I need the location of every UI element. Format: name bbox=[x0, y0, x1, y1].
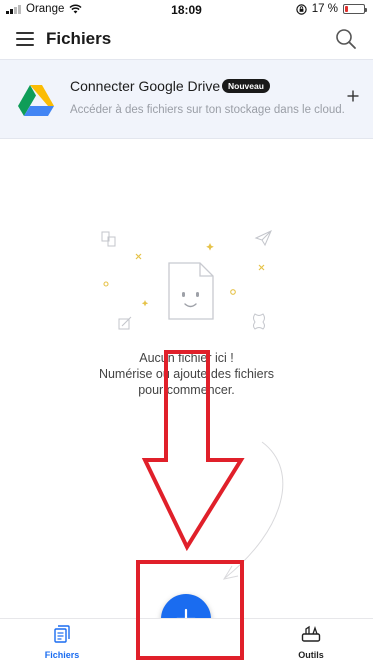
empty-line-1: Aucun fichier ici ! bbox=[139, 351, 234, 365]
status-bar: Orange 18:09 17 % bbox=[0, 0, 373, 20]
files-icon bbox=[54, 625, 70, 643]
empty-line-3: pour commencer. bbox=[138, 383, 235, 397]
paper-plane-icon bbox=[254, 229, 272, 247]
search-icon[interactable] bbox=[335, 28, 357, 50]
tab-files-label: Fichiers bbox=[44, 650, 80, 660]
new-badge: Nouveau bbox=[222, 79, 270, 93]
plus-icon[interactable] bbox=[347, 90, 359, 102]
battery-icon bbox=[343, 4, 367, 14]
tab-tools-label: Outils bbox=[298, 650, 324, 660]
menu-icon[interactable] bbox=[16, 32, 34, 46]
empty-line-2: Numérise ou ajoute des fichiers bbox=[98, 367, 275, 381]
banner-subtitle: Accéder à des fichiers sur ton stockage … bbox=[70, 104, 345, 116]
google-drive-banner[interactable]: Connecter Google Drive Nouveau Accéder à… bbox=[0, 59, 373, 139]
empty-state-message: Aucun fichier ici ! Numérise ou ajoute d… bbox=[0, 350, 373, 398]
crop-icon bbox=[253, 313, 265, 330]
convert-icon bbox=[101, 231, 116, 247]
tab-files[interactable]: Fichiers bbox=[27, 625, 97, 660]
banner-title: Connecter Google Drive bbox=[70, 78, 221, 94]
status-right: 17 % bbox=[296, 3, 367, 15]
battery-level bbox=[345, 6, 348, 12]
app-header: Fichiers bbox=[0, 20, 373, 58]
tab-tools[interactable]: Outils bbox=[276, 625, 346, 660]
page-title: Fichiers bbox=[46, 29, 112, 48]
empty-document-icon bbox=[168, 262, 214, 320]
edit-icon bbox=[118, 316, 132, 330]
empty-state-illustration bbox=[101, 229, 272, 330]
tools-icon bbox=[301, 625, 321, 642]
google-drive-icon bbox=[18, 85, 54, 116]
battery-percent: 17 % bbox=[311, 3, 338, 15]
orientation-lock-icon bbox=[296, 3, 307, 15]
tab-bar: Fichiers Outils bbox=[0, 618, 373, 663]
